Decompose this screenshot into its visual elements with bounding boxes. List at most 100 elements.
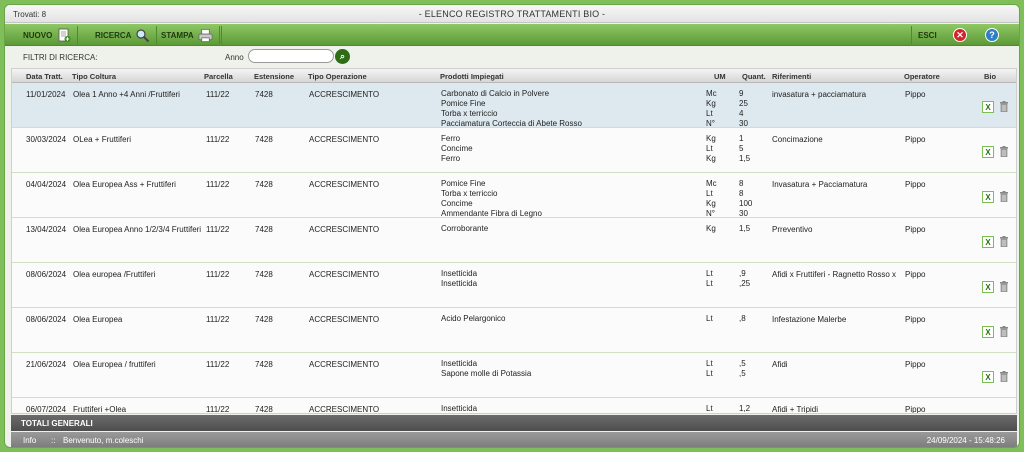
new-button[interactable]: NUOVO <box>17 26 79 44</box>
col-date[interactable]: Data Tratt. <box>26 72 63 81</box>
row-operator: Pippo <box>905 360 926 369</box>
um-line: Mc <box>706 89 717 98</box>
qty-line: ,8 <box>739 314 746 323</box>
print-button-label: STAMPA <box>161 30 194 40</box>
row-operator: Pippo <box>905 405 926 414</box>
col-crop[interactable]: Tipo Coltura <box>72 72 116 81</box>
row-extension: 7428 <box>255 225 273 234</box>
table-row[interactable]: 21/06/2024 Olea Europea / fruttiferi 111/2… <box>12 353 1016 398</box>
product-line: Insetticida <box>441 279 478 288</box>
col-qty[interactable]: Quant. <box>742 72 766 81</box>
col-operation[interactable]: Tipo Operazione <box>308 72 367 81</box>
um-line: Lt <box>706 404 713 413</box>
table-row[interactable]: 30/03/2024 OLea + Fruttiferi 111/22 7428 ACC… <box>12 128 1016 173</box>
um-line: Lt <box>706 189 713 198</box>
table-row[interactable]: 06/07/2024 Fruttiferi +Olea 111/22 7428 ACCR… <box>12 398 1016 414</box>
table-header: Data Tratt. Tipo Coltura Parcella Estens… <box>12 69 1016 83</box>
year-input[interactable] <box>248 49 334 63</box>
status-message: Benvenuto, m.coleschi <box>63 436 144 445</box>
bio-toggle-button[interactable]: X <box>982 371 994 383</box>
status-bar: Info :: Benvenuto, m.coleschi 24/09/2024… <box>11 432 1017 447</box>
row-products: Pomice Fine Torba x terriccio Concime Ammen… <box>441 179 542 219</box>
qty-line: 8 <box>739 179 744 188</box>
search-button[interactable]: RICERCA <box>89 26 158 44</box>
bio-toggle-button[interactable]: X <box>982 236 994 248</box>
table-row[interactable]: 04/04/2024 Olea Europea Ass + Fruttiferi 1… <box>12 173 1016 218</box>
trash-icon[interactable] <box>999 101 1009 113</box>
row-um: Lt <box>706 314 713 324</box>
row-date: 06/07/2024 <box>26 405 67 414</box>
row-crop: OLea + Fruttiferi <box>73 135 132 144</box>
trash-icon[interactable] <box>999 236 1009 248</box>
qty-line: ,5 <box>739 359 746 368</box>
qty-line: 4 <box>739 109 744 118</box>
table-row[interactable]: 08/06/2024 Olea europea /Fruttiferi 111/22… <box>12 263 1016 308</box>
row-parcel: 111/22 <box>206 270 230 279</box>
window-title: - ELENCO REGISTRO TRATTAMENTI BIO - <box>418 9 606 19</box>
trash-icon[interactable] <box>999 371 1009 383</box>
row-operation: ACCRESCIMENTO <box>309 225 380 234</box>
trash-icon[interactable] <box>999 146 1009 158</box>
year-label: Anno <box>225 53 244 62</box>
search-go-icon[interactable]: ⌕ <box>335 49 350 64</box>
filters-label: FILTRI DI RICERCA: <box>23 53 98 62</box>
bio-toggle-button[interactable]: X <box>982 281 994 293</box>
row-crop: Olea Europea / fruttiferi <box>73 360 156 369</box>
row-operator: Pippo <box>905 90 926 99</box>
row-date: 30/03/2024 <box>26 135 67 144</box>
product-line: Corroborante <box>441 224 489 233</box>
um-line: Lt <box>706 269 713 278</box>
um-line: Kg <box>706 199 716 208</box>
row-um: Mc Kg Lt N° <box>706 89 717 129</box>
row-crop: Olea Europea <box>73 315 123 324</box>
qty-line: 1 <box>739 134 744 143</box>
status-datetime: 24/09/2024 - 15:48:26 <box>926 436 1005 445</box>
row-references: Infestazione Malerbe <box>772 315 847 324</box>
um-line: Kg <box>706 99 716 108</box>
bio-toggle-button[interactable]: X <box>982 191 994 203</box>
col-references[interactable]: Riferimenti <box>772 72 811 81</box>
bio-toggle-button[interactable]: X <box>982 326 994 338</box>
bio-toggle-button[interactable]: X <box>982 146 994 158</box>
col-operator[interactable]: Operatore <box>904 72 940 81</box>
row-qty: ,5,5 <box>739 359 746 379</box>
trash-icon[interactable] <box>999 326 1009 338</box>
print-button[interactable]: STAMPA <box>155 26 220 44</box>
row-operator: Pippo <box>905 315 926 324</box>
row-qty: ,8 <box>739 314 746 324</box>
exit-button[interactable]: ESCI <box>911 26 943 44</box>
help-icon[interactable]: ? <box>985 28 999 42</box>
table-row[interactable]: 13/04/2024 Olea Europea Anno 1/2/3/4 Frut… <box>12 218 1016 263</box>
table-row[interactable]: 08/06/2024 Olea Europea 111/22 7428 ACCRESCI… <box>12 308 1016 353</box>
row-um: Kg Lt Kg <box>706 134 716 164</box>
col-extension[interactable]: Estensione <box>254 72 294 81</box>
trash-icon[interactable] <box>999 281 1009 293</box>
row-products: Acido Pelargonico <box>441 314 505 324</box>
col-um[interactable]: UM <box>714 72 726 81</box>
col-bio[interactable]: Bio <box>984 72 996 81</box>
trash-icon[interactable] <box>999 191 1009 203</box>
product-line: Torba x terriccio <box>441 189 498 198</box>
row-references: invasatura + pacciamatura <box>772 90 867 99</box>
row-operation: ACCRESCIMENTO <box>309 180 380 189</box>
col-products[interactable]: Prodotti Impiegati <box>440 72 504 81</box>
row-operation: ACCRESCIMENTO <box>309 405 380 414</box>
row-extension: 7428 <box>255 135 273 144</box>
row-references: Afidi + Tripidi <box>772 405 819 414</box>
row-um: Lt Lt <box>706 269 713 289</box>
exit-button-label: ESCI <box>918 30 937 40</box>
table-row[interactable]: 11/01/2024 Olea 1 Anno +4 Anni /Fruttifer… <box>12 83 1016 128</box>
row-extension: 7428 <box>255 90 273 99</box>
row-products: Carbonato di Calcio in Polvere Pomice Fin… <box>441 89 582 129</box>
row-parcel: 111/22 <box>206 405 230 414</box>
toolbar-spacer <box>221 26 911 44</box>
um-line: Lt <box>706 279 713 288</box>
product-line: Carbonato di Calcio in Polvere <box>441 89 550 98</box>
row-operator: Pippo <box>905 270 926 279</box>
magnifier-icon <box>135 28 150 43</box>
um-line: Lt <box>706 359 713 368</box>
bio-toggle-button[interactable]: X <box>982 101 994 113</box>
row-extension: 7428 <box>255 360 273 369</box>
col-parcel[interactable]: Parcella <box>204 72 233 81</box>
close-icon[interactable]: ✕ <box>953 28 967 42</box>
